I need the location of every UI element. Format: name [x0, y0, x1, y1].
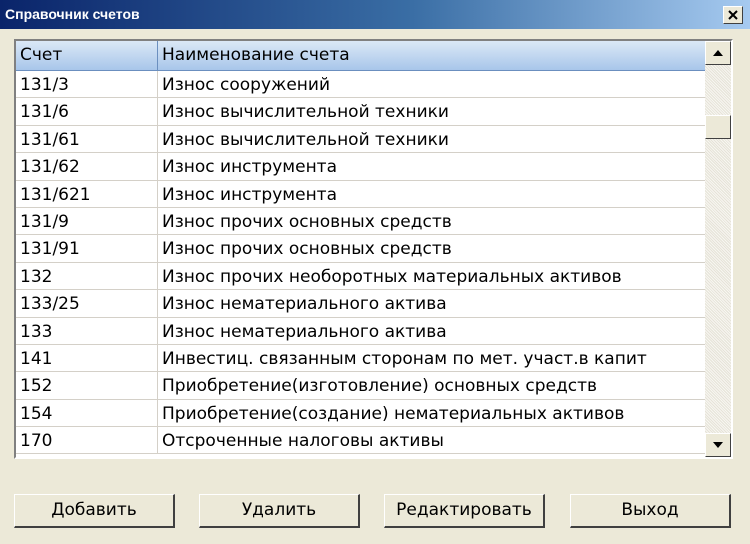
close-icon: [728, 10, 738, 20]
cell-account[interactable]: 154: [16, 399, 158, 427]
close-button[interactable]: [723, 6, 743, 24]
cell-account-name[interactable]: Износ сооружений: [158, 71, 705, 98]
cell-account-name[interactable]: Износ вычислительной техники: [158, 98, 705, 125]
table-row[interactable]: 132 Износ прочих необоротных материальных…: [16, 262, 705, 291]
cell-account[interactable]: 133/25: [16, 290, 158, 318]
arrow-up-icon: [713, 50, 723, 56]
cell-account[interactable]: 152: [16, 372, 158, 400]
title-bar[interactable]: Справочник счетов: [0, 0, 750, 29]
cell-account-name[interactable]: Отсроченные налоговы активы: [158, 427, 705, 454]
cell-account[interactable]: 132: [16, 262, 158, 290]
scroll-thumb[interactable]: [705, 115, 731, 139]
cell-account[interactable]: 131/62: [16, 153, 158, 181]
cell-account-name[interactable]: Износ вычислительной техники: [158, 126, 705, 153]
table-row[interactable]: 131/62 Износ инструмента: [16, 153, 705, 181]
scroll-down-button[interactable]: [705, 433, 731, 457]
cell-account-name[interactable]: Износ нематериального актива: [158, 318, 705, 345]
cell-account[interactable]: 131/621: [16, 180, 158, 208]
table-row[interactable]: 133/25 Износ нематериального актива: [16, 290, 705, 318]
accounts-grid: Счет Наименование счета 131/3 Износ соору…: [14, 39, 733, 459]
column-header-account[interactable]: Счет: [16, 41, 158, 70]
table-row[interactable]: 131/3 Износ сооружений: [16, 71, 705, 99]
table-body: 131/3 Износ сооружений 131/6 Износ вычислит…: [16, 71, 705, 455]
cell-account-name[interactable]: Износ прочих необоротных материальных ак…: [158, 263, 705, 290]
scroll-up-button[interactable]: [705, 41, 731, 65]
exit-button[interactable]: Выход: [570, 494, 731, 528]
table-row[interactable]: 152 Приобретение(изготовление) основных с…: [16, 372, 705, 400]
dialog-window: Справочник счетов Счет Наименование счет…: [0, 0, 750, 544]
cell-account-name[interactable]: Износ инструмента: [158, 181, 705, 208]
vertical-scrollbar[interactable]: [705, 41, 731, 457]
cell-account-name[interactable]: Износ прочих основных средств: [158, 235, 705, 262]
cell-account[interactable]: 170: [16, 427, 158, 455]
table-row[interactable]: 133 Износ нематериального актива: [16, 317, 705, 345]
cell-account[interactable]: 133: [16, 317, 158, 345]
window-title: Справочник счетов: [5, 6, 140, 22]
cell-account-name[interactable]: Износ нематериального актива: [158, 290, 705, 317]
table-row[interactable]: 131/91 Износ прочих основных средств: [16, 235, 705, 263]
cell-account-name[interactable]: Приобретение(изготовление) основных сред…: [158, 372, 705, 399]
table-row[interactable]: 170 Отсроченные налоговы активы: [16, 427, 705, 455]
cell-account[interactable]: 141: [16, 344, 158, 372]
edit-button[interactable]: Редактировать: [384, 494, 545, 528]
cell-account[interactable]: 131/61: [16, 125, 158, 153]
cell-account-name[interactable]: Приобретение(создание) нематериальных ак…: [158, 400, 705, 427]
table-row[interactable]: 131/621 Износ инструмента: [16, 180, 705, 208]
accounts-table[interactable]: Счет Наименование счета 131/3 Износ соору…: [16, 41, 705, 457]
delete-button[interactable]: Удалить: [199, 494, 360, 528]
cell-account[interactable]: 131/3: [16, 71, 158, 98]
table-row[interactable]: 154 Приобретение(создание) нематериальных…: [16, 399, 705, 428]
column-header-name[interactable]: Наименование счета: [158, 41, 705, 70]
cell-account[interactable]: 131/6: [16, 98, 158, 126]
table-row[interactable]: 141 Инвестиц. связанным сторонам по мет. …: [16, 344, 705, 373]
add-button[interactable]: Добавить: [14, 494, 175, 528]
arrow-down-icon: [713, 442, 723, 448]
table-row[interactable]: 131/61 Износ вычислительной техники: [16, 125, 705, 154]
cell-account-name[interactable]: Инвестиц. связанным сторонам по мет. уча…: [158, 345, 705, 372]
cell-account[interactable]: 131/91: [16, 235, 158, 263]
cell-account-name[interactable]: Износ инструмента: [158, 153, 705, 180]
table-header: Счет Наименование счета: [16, 41, 705, 71]
table-row[interactable]: 131/6 Износ вычислительной техники: [16, 98, 705, 126]
table-row[interactable]: 131/9 Износ прочих основных средств: [16, 207, 705, 236]
cell-account-name[interactable]: Износ прочих основных средств: [158, 208, 705, 235]
cell-account[interactable]: 131/9: [16, 207, 158, 235]
